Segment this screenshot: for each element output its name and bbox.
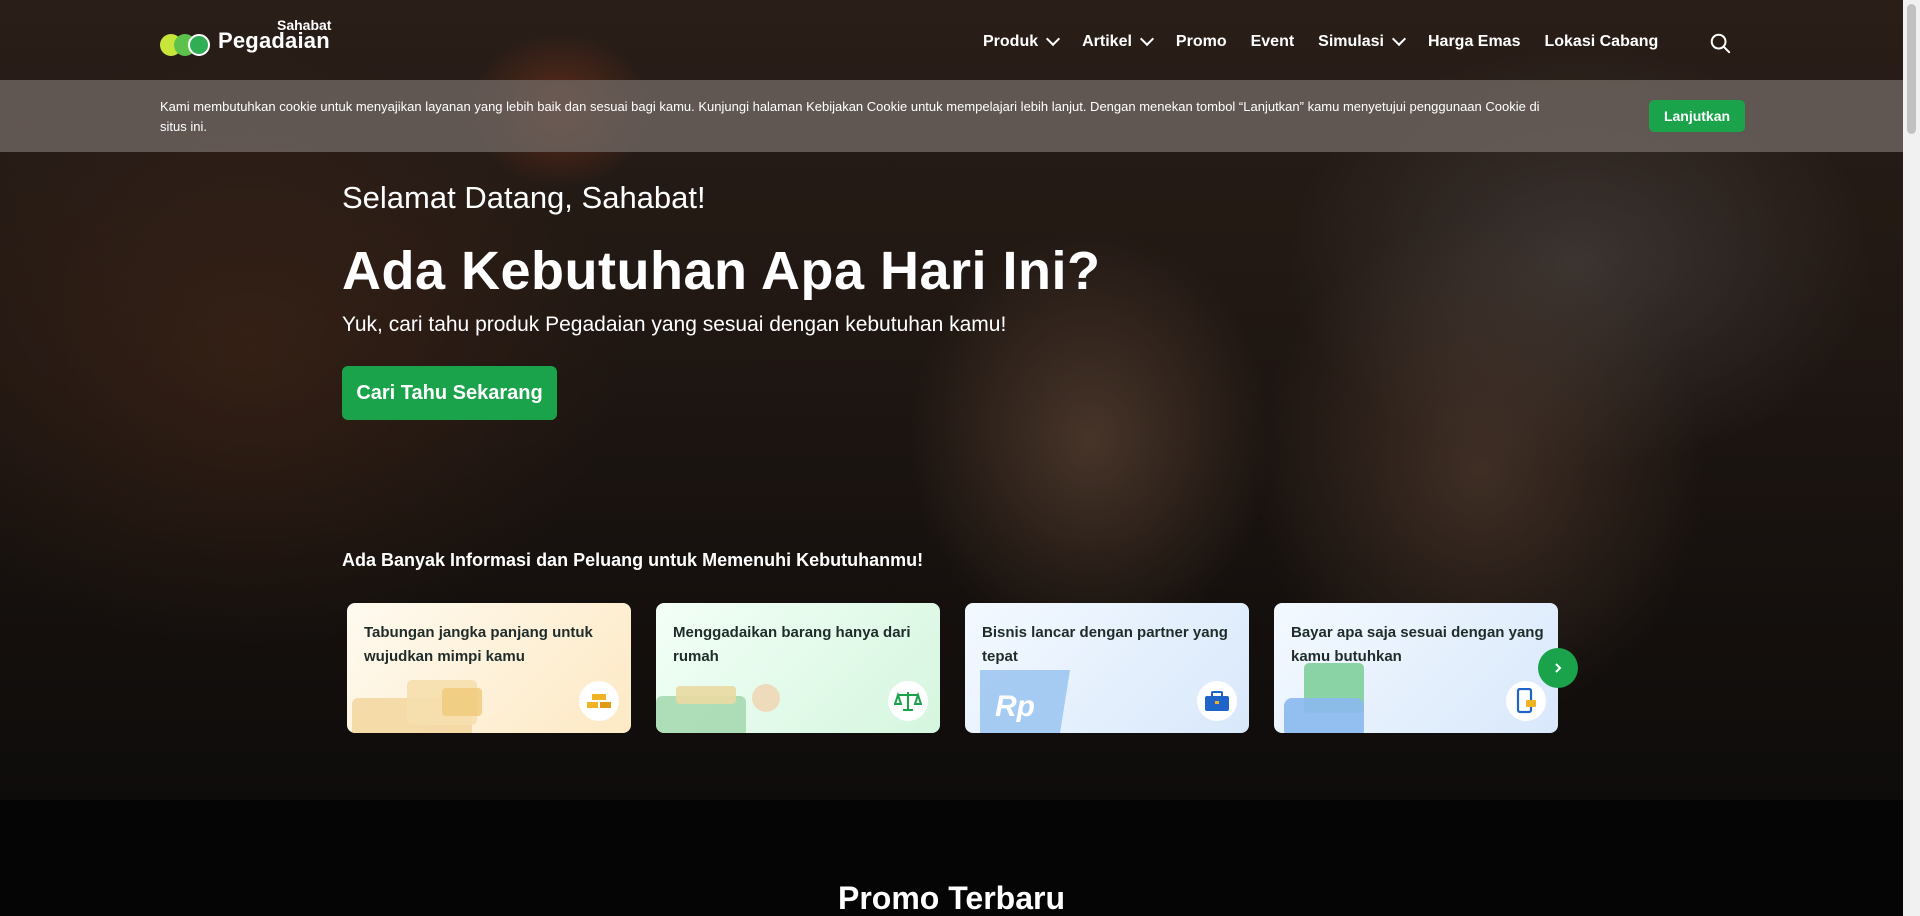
cari-tahu-button[interactable]: Cari Tahu Sekarang <box>342 366 557 420</box>
nav-item-event[interactable]: Event <box>1251 33 1295 51</box>
nav-item-lokasi-cabang[interactable]: Lokasi Cabang <box>1544 33 1658 51</box>
svg-text:Rp: Rp <box>995 690 1035 723</box>
info-card-text: Bisnis lancar dengan partner yang tepat <box>982 624 1228 665</box>
info-card-text: Bayar apa saja sesuai dengan yang kamu b… <box>1291 624 1544 665</box>
pawn-illustration <box>656 684 780 733</box>
info-card-bayar[interactable]: Bayar apa saja sesuai dengan yang kamu b… <box>1274 603 1558 733</box>
page-scrollbar[interactable] <box>1903 0 1920 916</box>
gold-savings-illustration <box>352 680 482 733</box>
chevron-down-icon <box>1139 31 1154 47</box>
info-card-bisnis[interactable]: Rp Bisnis lancar dengan partner yang tep… <box>965 603 1249 733</box>
payment-illustration <box>1284 663 1364 733</box>
logo-small-text: Sahabat <box>277 17 332 33</box>
hero-subtitle: Yuk, cari tahu produk Pegadaian yang ses… <box>342 313 1007 336</box>
cookie-banner: Kami membutuhkan cookie untuk menyajikan… <box>0 80 1903 152</box>
logo-big-text: Pegadaian <box>218 28 330 53</box>
chevron-right-icon <box>1555 663 1562 673</box>
navbar: Sahabat Pegadaian Produk Artikel Promo E… <box>0 0 1903 80</box>
nav-item-label: Produk <box>983 33 1039 50</box>
nav-item-label: Promo <box>1175 33 1227 50</box>
nav-item-label: Harga Emas <box>1427 33 1521 50</box>
logo-mark-icon <box>160 34 212 60</box>
phone-payment-icon <box>1506 681 1546 721</box>
main-nav: Produk Artikel Promo Event Simulasi Harg… <box>983 31 1682 51</box>
logo[interactable]: Sahabat Pegadaian <box>160 18 331 60</box>
hero-greeting: Selamat Datang, Sahabat! <box>342 180 706 215</box>
chevron-down-icon <box>1046 31 1061 47</box>
nav-item-label: Lokasi Cabang <box>1544 33 1659 50</box>
business-illustration: Rp <box>980 670 1070 733</box>
info-card-text: Menggadaikan barang hanya dari rumah <box>673 624 911 665</box>
info-card-tabungan[interactable]: Tabungan jangka panjang untuk wujudkan m… <box>347 603 631 733</box>
nav-item-harga-emas[interactable]: Harga Emas <box>1428 33 1521 51</box>
info-section-title: Ada Banyak Informasi dan Peluang untuk M… <box>342 550 924 570</box>
search-icon[interactable] <box>1709 32 1731 54</box>
carousel-next-button[interactable] <box>1538 648 1578 688</box>
chevron-down-icon <box>1391 31 1407 47</box>
nav-item-simulasi[interactable]: Simulasi <box>1318 31 1407 51</box>
scrollbar-thumb[interactable] <box>1907 4 1916 134</box>
scale-icon <box>888 681 928 721</box>
nav-item-promo[interactable]: Promo <box>1176 33 1227 51</box>
nav-item-label: Event <box>1250 33 1295 50</box>
hero-headline: Ada Kebutuhan Apa Hari Ini? <box>342 241 1101 301</box>
promo-section-title: Promo Terbaru <box>838 880 1065 916</box>
info-card-gadai[interactable]: Menggadaikan barang hanya dari rumah <box>656 603 940 733</box>
cookie-message: Kami membutuhkan cookie untuk menyajikan… <box>160 99 1540 134</box>
nav-item-label: Simulasi <box>1318 33 1384 50</box>
nav-item-artikel[interactable]: Artikel <box>1082 31 1154 51</box>
gold-bars-icon <box>579 681 619 721</box>
nav-item-produk[interactable]: Produk <box>983 31 1061 51</box>
info-card-text: Tabungan jangka panjang untuk wujudkan m… <box>364 624 593 665</box>
cookie-accept-button[interactable]: Lanjutkan <box>1649 100 1745 132</box>
briefcase-icon <box>1197 681 1237 721</box>
nav-item-label: Artikel <box>1082 33 1132 50</box>
